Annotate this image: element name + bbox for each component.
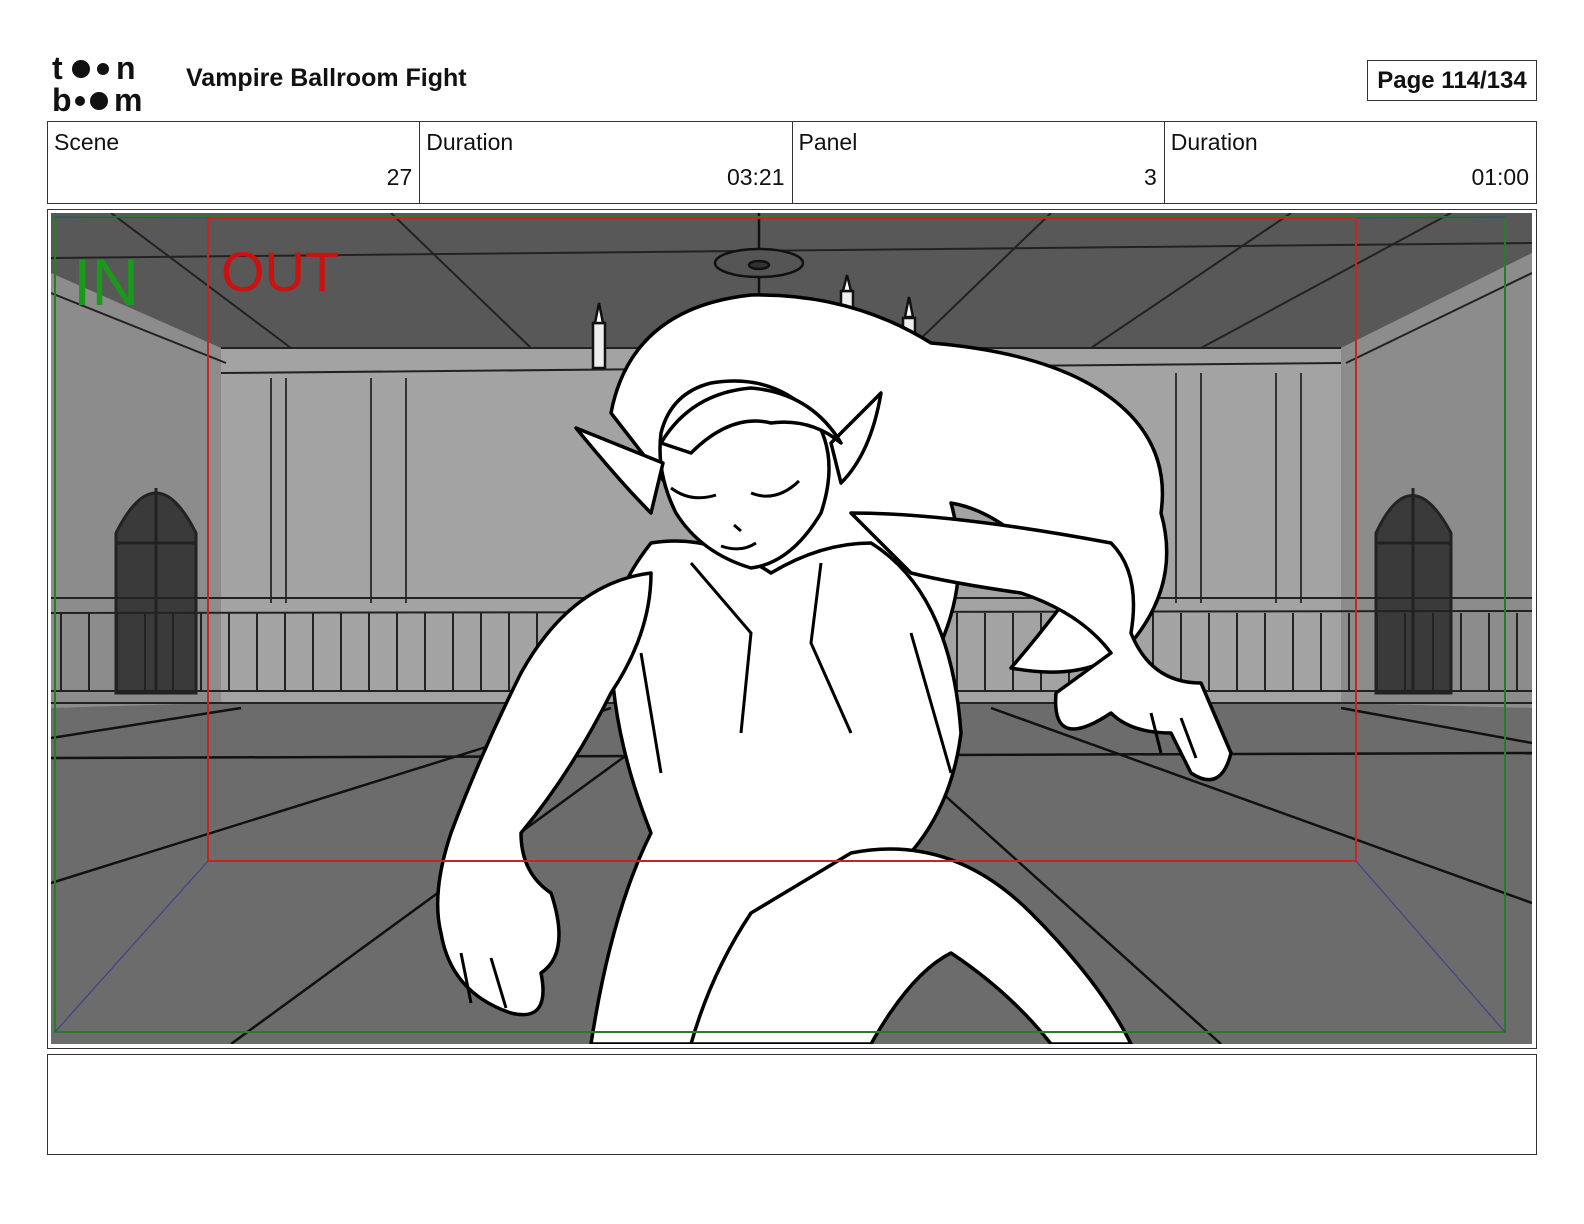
scene-value: 27 [386, 164, 413, 190]
panel-duration-label: Duration [1170, 129, 1258, 155]
panel-duration-value: 01:00 [1471, 164, 1529, 190]
scene-duration-label: Duration [426, 129, 514, 155]
panel-value: 3 [1143, 164, 1157, 190]
svg-text:b: b [52, 82, 72, 114]
camera-in-label: IN [73, 245, 139, 319]
scene-label: Scene [54, 129, 120, 155]
info-table: Scene 27 Duration 03:21 Panel 3 Duration… [47, 121, 1537, 204]
scene-duration-value: 03:21 [726, 164, 785, 190]
svg-text:n: n [116, 52, 136, 86]
panel-drawing: IN OUT [51, 213, 1532, 1044]
storyboard-panel: IN OUT [47, 209, 1537, 1049]
svg-text:t: t [52, 52, 63, 86]
panel-cell: Panel 3 [793, 122, 1165, 203]
scene-cell: Scene 27 [48, 122, 421, 203]
scene-duration-cell: Duration 03:21 [420, 122, 793, 203]
panel-label: Panel [798, 129, 858, 155]
project-title: Vampire Ballroom Fight [186, 64, 467, 92]
panel-notes [47, 1054, 1537, 1155]
svg-text:m: m [114, 82, 142, 114]
panel-duration-cell: Duration 01:00 [1165, 122, 1536, 203]
camera-out-label: OUT [221, 240, 339, 303]
toon-boom-logo: t n b m [52, 50, 164, 118]
page-indicator: Page 114/134 [1367, 60, 1537, 101]
